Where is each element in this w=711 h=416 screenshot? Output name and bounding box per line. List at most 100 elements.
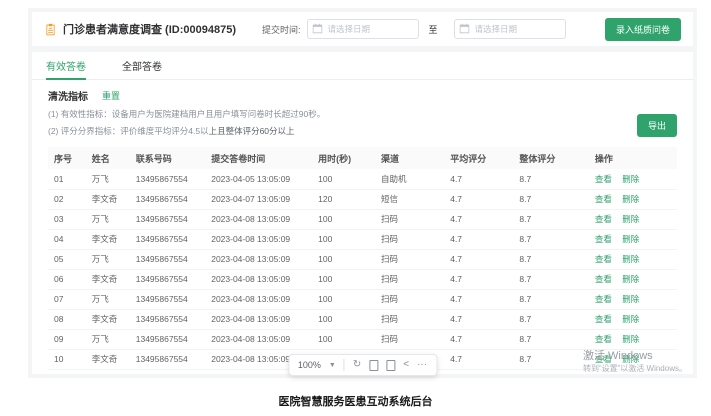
cell-index: 07	[48, 289, 86, 309]
cell-channel: 扫码	[375, 209, 444, 229]
more-icon[interactable]: ···	[417, 360, 427, 370]
cell-phone: 13495867554	[130, 249, 205, 269]
document-icon[interactable]	[386, 360, 395, 371]
zoom-level[interactable]: 100%	[298, 360, 321, 370]
cell-channel: 扫码	[375, 249, 444, 269]
cell-duration: 100	[312, 269, 375, 289]
enter-paper-survey-button[interactable]: 录入纸质问卷	[605, 18, 681, 41]
delete-link[interactable]: 删除	[622, 294, 639, 304]
cell-name: 万飞	[86, 169, 130, 189]
date-end-input[interactable]	[454, 19, 566, 39]
cell-avg-score: 4.7	[444, 309, 513, 329]
cell-name: 万飞	[86, 209, 130, 229]
toolbar-divider	[344, 359, 345, 371]
table-row: 03 万飞 13495867554 2023-04-08 13:05:09 10…	[48, 209, 677, 229]
cell-actions: 查看 删除	[589, 309, 677, 329]
table-row: 06 李文奇 13495867554 2023-04-08 13:05:09 1…	[48, 269, 677, 289]
cell-index: 04	[48, 229, 86, 249]
cell-overall-score: 8.7	[513, 349, 588, 369]
cell-avg-score: 4.7	[444, 329, 513, 349]
cell-overall-score: 8.7	[513, 209, 588, 229]
cell-avg-score: 4.7	[444, 189, 513, 209]
cell-channel: 扫码	[375, 329, 444, 349]
delete-link[interactable]: 删除	[622, 174, 639, 184]
cell-submit-time: 2023-04-08 13:05:09	[205, 249, 312, 269]
cell-submit-time: 2023-04-08 13:05:09	[205, 229, 312, 249]
column-header: 用时(秒)	[312, 147, 375, 169]
tab-all-responses[interactable]: 全部答卷	[122, 52, 162, 79]
cell-phone: 13495867554	[130, 309, 205, 329]
cell-duration: 100	[312, 289, 375, 309]
cell-actions: 查看 删除	[589, 269, 677, 289]
cell-avg-score: 4.7	[444, 289, 513, 309]
view-link[interactable]: 查看	[595, 294, 612, 304]
cell-duration: 100	[312, 329, 375, 349]
cell-duration: 100	[312, 309, 375, 329]
cell-duration: 120	[312, 189, 375, 209]
view-link[interactable]: 查看	[595, 314, 612, 324]
cell-actions: 查看 删除	[589, 209, 677, 229]
table-header-row: 序号姓名联系号码提交答卷时间用时(秒)渠道平均评分整体评分操作	[48, 147, 677, 169]
cell-actions: 查看 删除	[589, 329, 677, 349]
cell-avg-score: 4.7	[444, 169, 513, 189]
date-start-input[interactable]	[307, 19, 419, 39]
share-icon[interactable]: <	[403, 360, 409, 370]
cell-actions: 查看 删除	[589, 189, 677, 209]
date-start-field	[307, 19, 419, 39]
column-header: 整体评分	[513, 147, 588, 169]
delete-link[interactable]: 删除	[622, 334, 639, 344]
export-button[interactable]: 导出	[637, 114, 677, 137]
view-link[interactable]: 查看	[595, 194, 612, 204]
cell-index: 03	[48, 209, 86, 229]
column-header: 平均评分	[444, 147, 513, 169]
cell-overall-score: 8.7	[513, 169, 588, 189]
view-link[interactable]: 查看	[595, 334, 612, 344]
tab-valid-responses[interactable]: 有效答卷	[46, 52, 86, 79]
cell-name: 万飞	[86, 329, 130, 349]
page-icon[interactable]	[369, 360, 378, 371]
cell-actions: 查看 删除	[589, 229, 677, 249]
cell-channel: 短信	[375, 189, 444, 209]
refresh-icon[interactable]: ↻	[353, 360, 361, 370]
delete-link[interactable]: 删除	[622, 214, 639, 224]
delete-link[interactable]: 删除	[622, 194, 639, 204]
cell-submit-time: 2023-04-08 13:05:09	[205, 309, 312, 329]
cell-submit-time: 2023-04-08 13:05:09	[205, 329, 312, 349]
cell-submit-time: 2023-04-05 13:05:09	[205, 169, 312, 189]
cell-name: 李文奇	[86, 189, 130, 209]
cell-duration: 100	[312, 229, 375, 249]
cell-channel: 扫码	[375, 309, 444, 329]
cell-phone: 13495867554	[130, 169, 205, 189]
watermark-line-2: 转到“设置”以激活 Windows。	[583, 364, 687, 374]
cell-name: 李文奇	[86, 269, 130, 289]
delete-link[interactable]: 删除	[622, 254, 639, 264]
page-title: 门诊患者满意度调查 (ID:00094875)	[63, 21, 236, 37]
cell-overall-score: 8.7	[513, 229, 588, 249]
view-link[interactable]: 查看	[595, 174, 612, 184]
column-header: 序号	[48, 147, 86, 169]
cell-overall-score: 8.7	[513, 249, 588, 269]
column-header: 联系号码	[130, 147, 205, 169]
delete-link[interactable]: 删除	[622, 234, 639, 244]
view-link[interactable]: 查看	[595, 254, 612, 264]
cell-index: 05	[48, 249, 86, 269]
cell-duration: 100	[312, 249, 375, 269]
cell-name: 万飞	[86, 289, 130, 309]
view-link[interactable]: 查看	[595, 214, 612, 224]
table-row: 04 李文奇 13495867554 2023-04-08 13:05:09 1…	[48, 229, 677, 249]
criteria-line-2: (2) 评分分界指标：评价维度平均评分4.5以上且整体评分60分以上	[48, 125, 677, 137]
survey-doc-icon	[44, 23, 57, 36]
delete-link[interactable]: 删除	[622, 274, 639, 284]
floating-toolbar: 100% ▼ ↻ < ···	[288, 354, 437, 376]
screen: 门诊患者满意度调查 (ID:00094875) 提交时间: 至 录入纸质问卷 有	[0, 0, 711, 416]
cell-channel: 扫码	[375, 229, 444, 249]
view-link[interactable]: 查看	[595, 274, 612, 284]
chevron-down-icon[interactable]: ▼	[329, 362, 336, 369]
app-window: 门诊患者满意度调查 (ID:00094875) 提交时间: 至 录入纸质问卷 有	[28, 8, 697, 378]
reset-link[interactable]: 重置	[102, 89, 120, 102]
table-row: 05 万飞 13495867554 2023-04-08 13:05:09 10…	[48, 249, 677, 269]
delete-link[interactable]: 删除	[622, 314, 639, 324]
view-link[interactable]: 查看	[595, 234, 612, 244]
cell-actions: 查看 删除	[589, 169, 677, 189]
cell-phone: 13495867554	[130, 349, 205, 369]
